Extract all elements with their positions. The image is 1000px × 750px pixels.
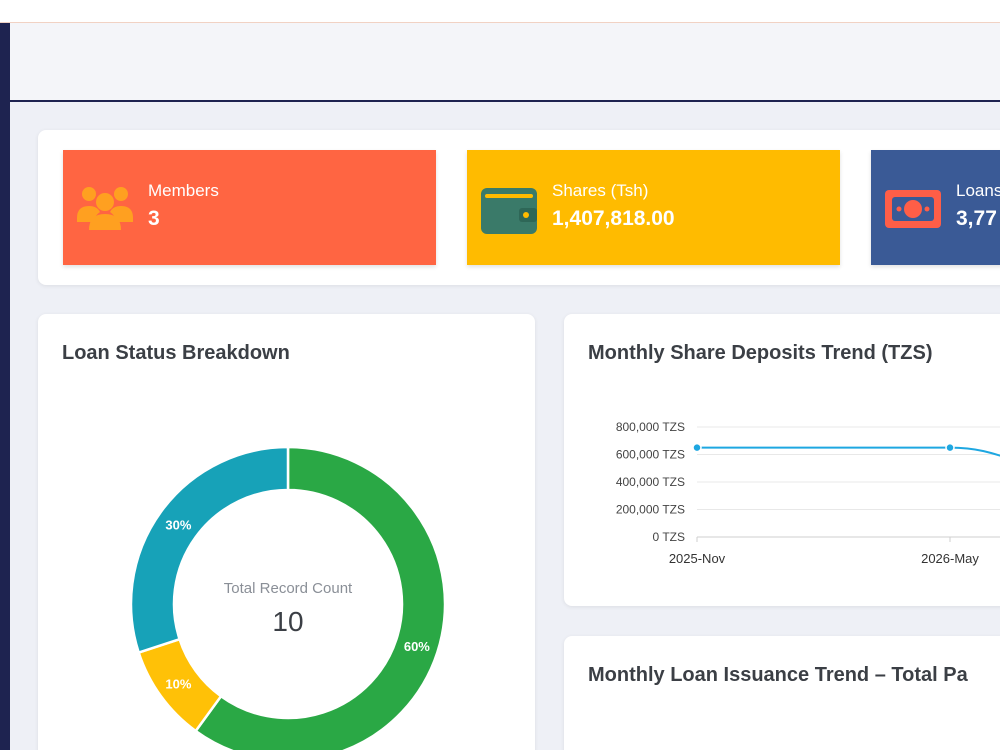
loan-trend-card: Monthly Loan Issuance Trend – Total Pa xyxy=(564,636,1000,750)
data-point[interactable] xyxy=(945,442,955,453)
donut-center-label: Total Record Count xyxy=(223,580,353,597)
top-navbar xyxy=(10,23,1000,102)
wallet-icon xyxy=(481,188,537,234)
x-tick-label: 2025-Nov xyxy=(669,551,726,566)
card-title: Monthly Loan Issuance Trend – Total Pa xyxy=(588,664,968,686)
donut-center-value: 10 xyxy=(272,606,304,637)
share-trend-line-chart: 800,000 TZS 600,000 TZS 400,000 TZS 200,000… xyxy=(616,420,1000,566)
y-tick-label: 0 TZS xyxy=(653,530,685,544)
users-icon xyxy=(77,187,133,230)
series-line xyxy=(697,446,1000,457)
stat-value: 3 xyxy=(148,207,160,230)
loan-status-card: Loan Status Breakdown 60% 10% 30% Total Re… xyxy=(38,314,535,750)
stat-label: Loans xyxy=(956,181,1000,200)
y-tick-label: 200,000 TZS xyxy=(616,503,685,517)
browser-top-strip xyxy=(0,0,1000,23)
data-point[interactable] xyxy=(692,442,702,453)
share-trend-card: Monthly Share Deposits Trend (TZS) 800,0… xyxy=(564,314,1000,606)
stat-card-loans[interactable]: Loans 3,77 xyxy=(871,150,1000,265)
stat-label: Members xyxy=(148,181,219,200)
y-tick-label: 400,000 TZS xyxy=(616,475,685,489)
loan-status-donut-chart: 60% 10% 30% xyxy=(129,445,447,750)
stats-panel: Members 3 Shares (Tsh) 1,407,818.00 Loan… xyxy=(38,130,1000,285)
y-tick-label: 600,000 TZS xyxy=(616,448,685,462)
stat-card-members[interactable]: Members 3 xyxy=(63,150,436,265)
y-tick-label: 800,000 TZS xyxy=(616,420,685,434)
donut-slice-label: 10% xyxy=(165,677,191,692)
x-tick-label: 2026-May xyxy=(921,551,979,566)
sidebar-rail xyxy=(0,23,10,750)
donut-slice-label: 60% xyxy=(404,639,430,654)
stat-card-shares[interactable]: Shares (Tsh) 1,407,818.00 xyxy=(467,150,840,265)
stat-value: 3,77 xyxy=(956,207,997,230)
stat-value: 1,407,818.00 xyxy=(552,207,675,230)
dashboard: Members 3 Shares (Tsh) 1,407,818.00 Loan… xyxy=(10,23,1000,750)
money-bill-icon xyxy=(885,190,941,228)
donut-slice-label: 30% xyxy=(165,517,191,532)
stat-label: Shares (Tsh) xyxy=(552,181,649,200)
